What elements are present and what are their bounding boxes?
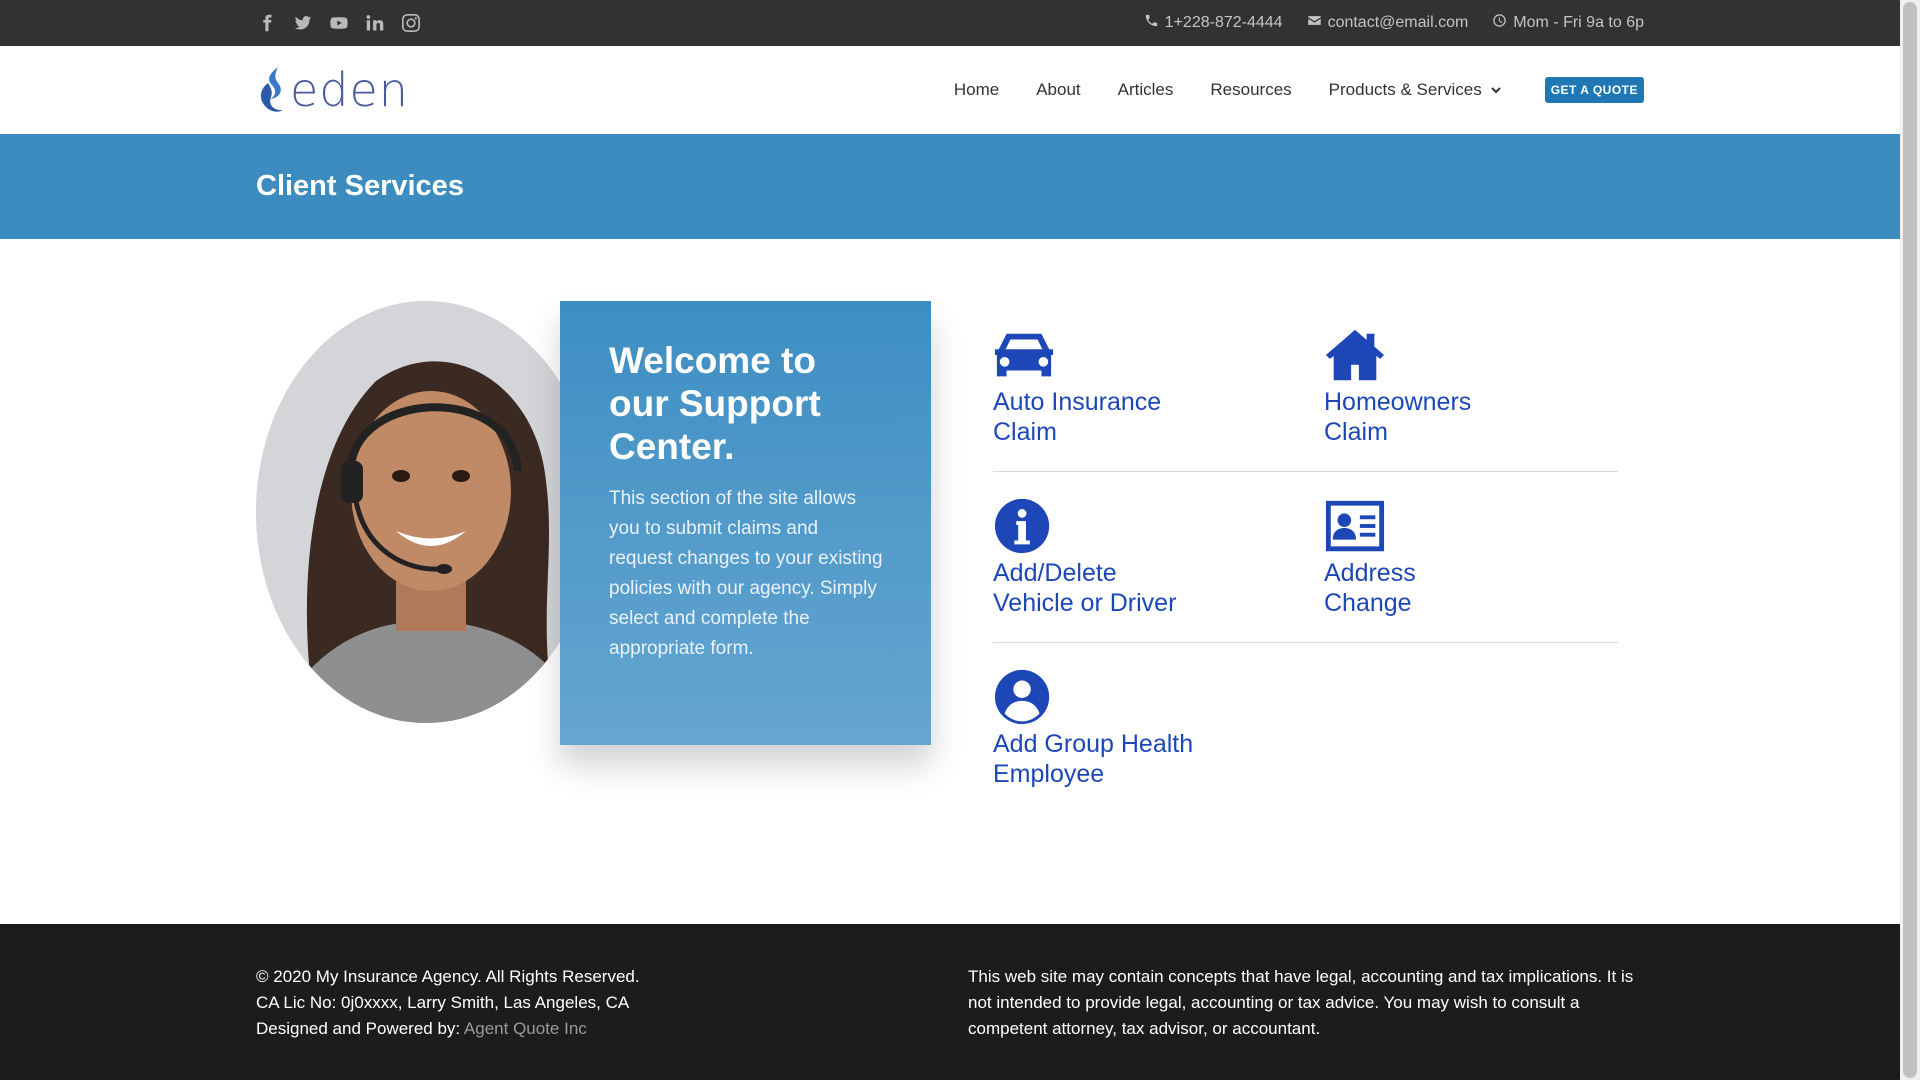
- home-claim-line1: Homeowners: [1324, 388, 1472, 416]
- nav-articles[interactable]: Articles: [1118, 80, 1174, 100]
- add-delete-vehicle-link[interactable]: Add/Delete Vehicle or Driver: [993, 498, 1293, 618]
- get-quote-button[interactable]: Get a Quote: [1544, 77, 1644, 103]
- clock-icon: [1492, 13, 1507, 33]
- page-title: Client Services: [256, 170, 464, 202]
- homeowners-claim-link[interactable]: Homeowners Claim: [1324, 327, 1624, 447]
- address-line2: Change: [1324, 589, 1412, 617]
- email-contact[interactable]: contact@email.com: [1307, 13, 1469, 33]
- footer-info: © 2020 My Insurance Agency. All Rights R…: [256, 964, 640, 1042]
- address-line1: Address: [1324, 559, 1416, 587]
- agent-quote-link[interactable]: Agent Quote Inc: [464, 1019, 587, 1038]
- email-address: contact@email.com: [1327, 14, 1469, 31]
- health-line1: Add Group Health: [993, 730, 1194, 758]
- social-links: [256, 0, 422, 46]
- main-nav: Home About Articles Resources Products &…: [954, 46, 1644, 134]
- nav-resources[interactable]: Resources: [1210, 80, 1291, 100]
- youtube-icon[interactable]: [328, 12, 350, 34]
- nav-home[interactable]: Home: [954, 80, 999, 100]
- site-logo[interactable]: eden: [256, 64, 409, 116]
- phone-contact[interactable]: 1+228-872-4444: [1144, 13, 1283, 33]
- linkedin-icon[interactable]: [364, 12, 386, 34]
- envelope-icon: [1307, 13, 1322, 33]
- facebook-icon[interactable]: [256, 12, 278, 34]
- user-icon: [993, 669, 1055, 725]
- vehicle-line1: Add/Delete: [993, 559, 1117, 587]
- nav-about[interactable]: About: [1036, 80, 1080, 100]
- welcome-heading: Welcome to our Support Center.: [609, 340, 821, 467]
- id-card-icon: [1324, 498, 1386, 554]
- business-hours: Mom - Fri 9a to 6p: [1513, 14, 1644, 31]
- twitter-icon[interactable]: [292, 12, 314, 34]
- designed-by-label: Designed and Powered by:: [256, 1019, 464, 1038]
- logo-text: eden: [290, 63, 409, 117]
- main-header: eden Home About Articles Resources Produ…: [0, 46, 1900, 134]
- health-line2: Employee: [993, 760, 1105, 788]
- scrollbar-thumb[interactable]: [1903, 2, 1917, 1078]
- auto-claim-line2: Claim: [993, 418, 1057, 446]
- nav-products-label: Products & Services: [1328, 80, 1482, 99]
- designed-by: Designed and Powered by: Agent Quote Inc: [256, 1016, 640, 1042]
- nav-products-services[interactable]: Products & Services: [1329, 80, 1502, 100]
- welcome-card: Welcome to our Support Center. This sect…: [560, 301, 931, 745]
- services-grid: Auto Insurance Claim Homeowners Claim Ad…: [993, 301, 1618, 814]
- welcome-body: This section of the site allows you to s…: [609, 488, 883, 659]
- top-bar: 1+228-872-4444 contact@email.com Mom - F…: [0, 0, 1900, 46]
- home-claim-line2: Claim: [1324, 418, 1388, 446]
- page-scrollbar[interactable]: [1900, 0, 1920, 1080]
- info-icon: [993, 498, 1055, 554]
- vehicle-line2: Vehicle or Driver: [993, 589, 1177, 617]
- address-change-link[interactable]: Address Change: [1324, 498, 1624, 618]
- car-icon: [993, 327, 1055, 383]
- support-agent-photo: [256, 301, 596, 723]
- instagram-icon[interactable]: [400, 12, 422, 34]
- flame-logo-icon: [260, 67, 283, 112]
- copyright-text: © 2020 My Insurance Agency. All Rights R…: [256, 967, 640, 986]
- auto-claim-line1: Auto Insurance: [993, 388, 1162, 416]
- phone-icon: [1144, 13, 1159, 33]
- license-text: CA Lic No: 0j0xxxx, Larry Smith, Las Ang…: [256, 993, 630, 1012]
- footer-disclaimer: This web site may contain concepts that …: [968, 967, 1634, 1038]
- house-icon: [1324, 327, 1386, 383]
- add-group-health-link[interactable]: Add Group Health Employee: [993, 669, 1293, 789]
- services-row: Add/Delete Vehicle or Driver Address Cha…: [993, 472, 1618, 643]
- page-banner: Client Services: [0, 134, 1900, 239]
- phone-number: 1+228-872-4444: [1164, 14, 1283, 31]
- services-row: Auto Insurance Claim Homeowners Claim: [993, 301, 1618, 472]
- chevron-down-icon: [1491, 87, 1501, 94]
- site-footer: © 2020 My Insurance Agency. All Rights R…: [0, 924, 1900, 1080]
- auto-insurance-claim-link[interactable]: Auto Insurance Claim: [993, 327, 1293, 447]
- services-row: Add Group Health Employee: [993, 643, 1618, 814]
- contact-info: 1+228-872-4444 contact@email.com Mom - F…: [1144, 0, 1644, 46]
- hours-info: Mom - Fri 9a to 6p: [1492, 13, 1644, 33]
